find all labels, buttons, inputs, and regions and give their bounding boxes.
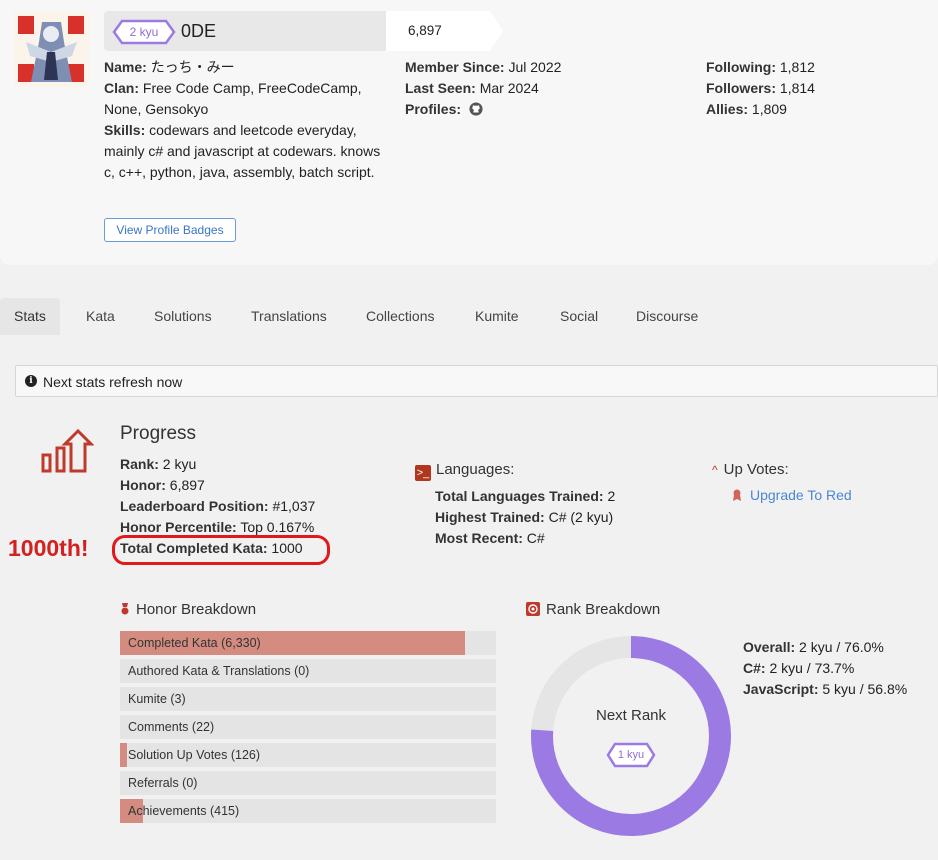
info-icon: i (25, 375, 37, 387)
total-languages-row: Total Languages Trained: 2 (435, 488, 616, 504)
highlight-annotation (112, 535, 330, 565)
tab-translations[interactable]: Translations (251, 298, 327, 335)
leaderboard-row: Leaderboard Position: #1,037 (120, 498, 316, 514)
last-seen-row: Last Seen: Mar 2024 (405, 80, 539, 96)
member-since-row: Member Since: Jul 2022 (405, 59, 562, 75)
honor-breakdown-label: Referrals (0) (128, 776, 198, 790)
tab-social[interactable]: Social (560, 298, 598, 335)
honor-breakdown-heading: Honor Breakdown (120, 601, 256, 618)
most-recent-row: Most Recent: C# (435, 530, 545, 546)
github-icon[interactable] (469, 101, 483, 122)
medal-icon (120, 602, 130, 615)
honor-breakdown-bar (120, 743, 127, 767)
honor-breakdown-row: Comments (22) (120, 715, 496, 739)
tab-discourse[interactable]: Discourse (636, 298, 698, 335)
allies-row[interactable]: Allies: 1,809 (706, 99, 926, 120)
avatar[interactable] (14, 12, 89, 87)
rank-breakdown-stats: Overall: 2 kyu / 76.0% C#: 2 kyu / 73.7%… (743, 637, 907, 700)
profile-membership: Member Since: Jul 2022 Last Seen: Mar 20… (405, 57, 685, 122)
rank-progress-donut (531, 636, 731, 836)
upvotes-heading: ^ Up Votes: (712, 461, 789, 478)
terminal-icon: >_ (415, 465, 431, 481)
view-profile-badges-button[interactable]: View Profile Badges (104, 218, 236, 242)
tab-kumite[interactable]: Kumite (475, 298, 519, 335)
honor-breakdown-row: Kumite (3) (120, 687, 496, 711)
honor-breakdown-list: Completed Kata (6,330) Authored Kata & Tr… (120, 631, 496, 827)
profiles-row: Profiles: (405, 99, 685, 122)
target-icon (526, 602, 540, 616)
profile-details: Name: たっち・みー Clan: Free Code Camp, FreeC… (104, 57, 394, 183)
honor-breakdown-row: Referrals (0) (120, 771, 496, 795)
upgrade-to-red-link[interactable]: Upgrade To Red (732, 487, 852, 503)
overall-rank-row: Overall: 2 kyu / 76.0% (743, 639, 884, 655)
name-row: Name: たっち・みー (104, 59, 235, 75)
honor-breakdown-row: Achievements (415) (120, 799, 496, 823)
honor-breakdown-label: Kumite (3) (128, 692, 186, 706)
honor-breakdown-label: Solution Up Votes (126) (128, 748, 261, 762)
honor-breakdown-label: Achievements (415) (128, 804, 240, 818)
skills-row: Skills: codewars and leetcode everyday, … (104, 122, 381, 180)
honor-breakdown-row: Authored Kata & Translations (0) (120, 659, 496, 683)
honor-breakdown-label: Authored Kata & Translations (0) (128, 664, 310, 678)
progress-title: Progress (120, 423, 197, 444)
stats-refresh-text: Next stats refresh now (43, 374, 183, 390)
honor-breakdown-row: Solution Up Votes (126) (120, 743, 496, 767)
next-rank-badge-label: 1 kyu (617, 749, 645, 761)
clan-row: Clan: Free Code Camp, FreeCodeCamp, None… (104, 80, 362, 117)
honor-breakdown-label: Comments (22) (128, 720, 215, 734)
tab-collections[interactable]: Collections (366, 298, 434, 335)
tab-solutions[interactable]: Solutions (154, 298, 212, 335)
ribbon-icon (732, 488, 742, 501)
honor-score: 6,897 (386, 11, 504, 51)
next-rank-label: Next Rank (595, 707, 667, 724)
csharp-rank-row: C#: 2 kyu / 73.7% (743, 660, 855, 676)
honor-row: Honor: 6,897 (120, 477, 205, 493)
rank-breakdown-heading: Rank Breakdown (526, 601, 660, 618)
followers-row[interactable]: Followers: 1,814 (706, 78, 926, 99)
honor-breakdown-label: Completed Kata (6,330) (128, 636, 261, 650)
profile-social: Following: 1,812 Followers: 1,814 Allies… (706, 57, 926, 120)
honor-score-value: 6,897 (408, 23, 442, 38)
profile-card: 2 kyu 0DE 6,897 Name: たっち・みー Clan: Free … (0, 0, 938, 265)
progress-chart-icon (40, 428, 95, 477)
chevron-up-icon: ^ (712, 463, 718, 477)
tab-kata[interactable]: Kata (86, 298, 115, 335)
next-rank-badge: 1 kyu (606, 742, 656, 768)
highest-trained-row: Highest Trained: C# (2 kyu) (435, 509, 614, 525)
languages-stats: Total Languages Trained: 2 Highest Train… (435, 486, 615, 549)
honor-breakdown-row: Completed Kata (6,330) (120, 631, 496, 655)
rank-badge-label: 2 kyu (129, 25, 159, 39)
following-row[interactable]: Following: 1,812 (706, 57, 926, 78)
stats-refresh-notice: i Next stats refresh now (15, 365, 938, 397)
languages-heading: >_ Languages: (415, 461, 515, 481)
tab-stats[interactable]: Stats (0, 298, 60, 335)
username: 0DE (181, 21, 217, 41)
rank-row: Rank: 2 kyu (120, 456, 197, 472)
javascript-rank-row: JavaScript: 5 kyu / 56.8% (743, 681, 908, 697)
milestone-annotation: 1000th! (8, 535, 89, 561)
rank-badge: 2 kyu (112, 19, 176, 45)
